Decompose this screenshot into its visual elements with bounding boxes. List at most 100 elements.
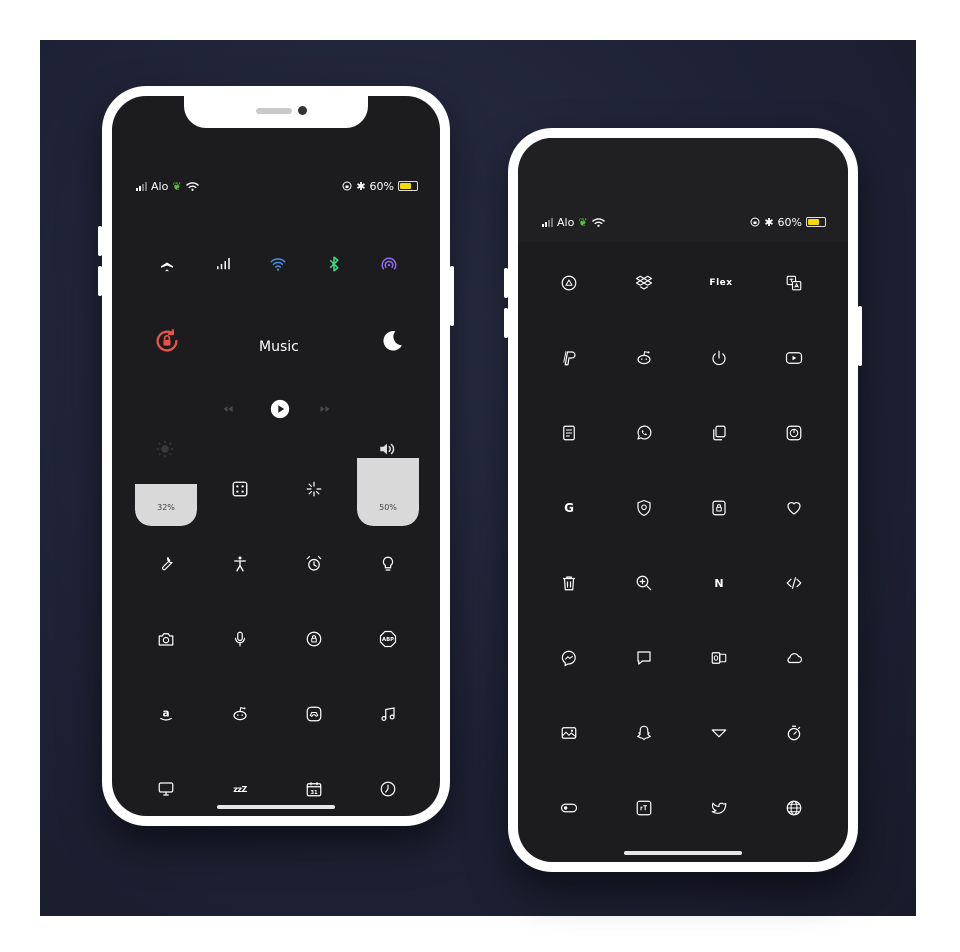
signal-icon: [542, 217, 553, 227]
home-indicator[interactable]: [624, 851, 742, 855]
calendar-icon[interactable]: 31: [301, 776, 327, 802]
calendar-day: 31: [310, 790, 318, 796]
amazon-label: a: [162, 707, 169, 719]
paypal-icon[interactable]: [556, 345, 582, 371]
netflix-icon[interactable]: N: [706, 570, 732, 596]
monitor-icon[interactable]: [153, 776, 179, 802]
airplane-icon[interactable]: [154, 251, 180, 277]
netflix-label: N: [714, 576, 724, 590]
translate-icon[interactable]: [781, 270, 807, 296]
reddit-icon[interactable]: [227, 701, 253, 727]
message-icon[interactable]: [631, 645, 657, 671]
wifi-icon: [591, 218, 605, 227]
bluetooth-status-icon: ✱: [356, 179, 366, 193]
code-icon[interactable]: [781, 570, 807, 596]
status-bar: Alo ❦ ✱ 60%: [136, 178, 418, 194]
prime-icon[interactable]: [706, 720, 732, 746]
twitter-icon[interactable]: [706, 795, 732, 821]
speaker-icon: [374, 436, 400, 462]
notch: [184, 96, 368, 128]
camera-icon[interactable]: [153, 626, 179, 652]
alarm-icon[interactable]: [301, 551, 327, 577]
globe-icon[interactable]: [781, 795, 807, 821]
lock-icon[interactable]: [301, 626, 327, 652]
phone-left: Alo ❦ ✱ 60% Music 32% 50% ABP a zzZ 31: [98, 86, 454, 826]
battery-icon: [806, 217, 826, 227]
heart-icon[interactable]: [781, 495, 807, 521]
abp-label: ABP: [382, 637, 394, 643]
microphone-icon[interactable]: [227, 626, 253, 652]
trash-icon[interactable]: [556, 570, 582, 596]
rewind-icon[interactable]: [215, 396, 241, 422]
snapchat-icon[interactable]: [631, 720, 657, 746]
google-icon[interactable]: G: [556, 495, 582, 521]
screen: Alo ❦ ✱ 60% Flex G N: [518, 138, 848, 862]
youtube-icon[interactable]: [781, 345, 807, 371]
brightness-value: 32%: [157, 503, 175, 512]
amazon-icon[interactable]: a: [153, 701, 179, 727]
copy-icon[interactable]: [706, 420, 732, 446]
bluetooth-status-icon: ✱: [764, 215, 774, 229]
screen: Alo ❦ ✱ 60% Music 32% 50% ABP a zzZ 31: [112, 96, 440, 816]
battery-label: 60%: [777, 215, 802, 229]
carrier-label: Alo: [151, 179, 169, 193]
sleep-icon[interactable]: zzZ: [227, 776, 253, 802]
sleep-label: zzZ: [233, 784, 247, 794]
side-button: [504, 268, 508, 298]
play-icon[interactable]: [265, 394, 295, 424]
tetris-icon[interactable]: [631, 795, 657, 821]
side-button: [98, 226, 102, 256]
leaf-icon: ❦: [172, 179, 182, 193]
messenger-icon[interactable]: [556, 645, 582, 671]
timer-icon[interactable]: [781, 720, 807, 746]
vpn-icon[interactable]: [631, 495, 657, 521]
wallpaper: Alo ❦ ✱ 60% Music 32% 50% ABP a zzZ 31 A…: [40, 40, 916, 916]
notes-icon[interactable]: [556, 420, 582, 446]
power-icon[interactable]: [706, 345, 732, 371]
flex-icon[interactable]: Flex: [706, 270, 736, 296]
lock-icon[interactable]: [706, 495, 732, 521]
authenticator-icon[interactable]: [781, 420, 807, 446]
whatsapp-icon[interactable]: [631, 420, 657, 446]
screen-mirror-icon[interactable]: [227, 476, 253, 502]
gallery-icon[interactable]: [556, 720, 582, 746]
dropbox-icon[interactable]: [631, 270, 657, 296]
airdrop-icon[interactable]: [376, 251, 402, 277]
wrench-icon[interactable]: [153, 551, 179, 577]
google-label: G: [564, 501, 574, 515]
rotation-lock-icon: [342, 181, 352, 191]
volume-value: 50%: [379, 503, 397, 512]
brightness-slider[interactable]: 32%: [135, 456, 197, 526]
cellular-icon[interactable]: [210, 251, 236, 277]
home-indicator[interactable]: [217, 805, 335, 809]
loading-icon[interactable]: [301, 476, 327, 502]
rotation-lock-icon: [750, 217, 760, 227]
zoom-icon[interactable]: [631, 570, 657, 596]
carrier-label: Alo: [557, 215, 575, 229]
toggle-icon[interactable]: [556, 795, 582, 821]
battery-icon: [398, 181, 418, 191]
clock-icon[interactable]: [375, 776, 401, 802]
lightbulb-icon[interactable]: [375, 551, 401, 577]
side-button: [504, 308, 508, 338]
game-icon[interactable]: [301, 701, 327, 727]
abp-icon[interactable]: ABP: [375, 626, 401, 652]
music-note-icon[interactable]: [375, 701, 401, 727]
bluetooth-icon[interactable]: [321, 251, 347, 277]
battery-label: 60%: [369, 179, 394, 193]
signal-icon: [136, 181, 147, 191]
drive-icon[interactable]: [556, 270, 582, 296]
accessibility-icon[interactable]: [227, 551, 253, 577]
side-button: [98, 266, 102, 296]
fast-forward-icon[interactable]: [312, 396, 338, 422]
wifi-toggle-icon[interactable]: [265, 251, 291, 277]
rotation-lock-toggle-icon[interactable]: [150, 324, 184, 358]
cloud-icon[interactable]: [781, 645, 807, 671]
phone-right: Alo ❦ ✱ 60% Flex G N: [504, 128, 862, 872]
wifi-icon: [185, 182, 199, 191]
outlook-icon[interactable]: [706, 645, 732, 671]
status-bar: Alo ❦ ✱ 60%: [542, 214, 826, 230]
reddit-icon[interactable]: [631, 345, 657, 371]
moon-icon[interactable]: [374, 324, 408, 358]
leaf-icon: ❦: [578, 215, 588, 229]
